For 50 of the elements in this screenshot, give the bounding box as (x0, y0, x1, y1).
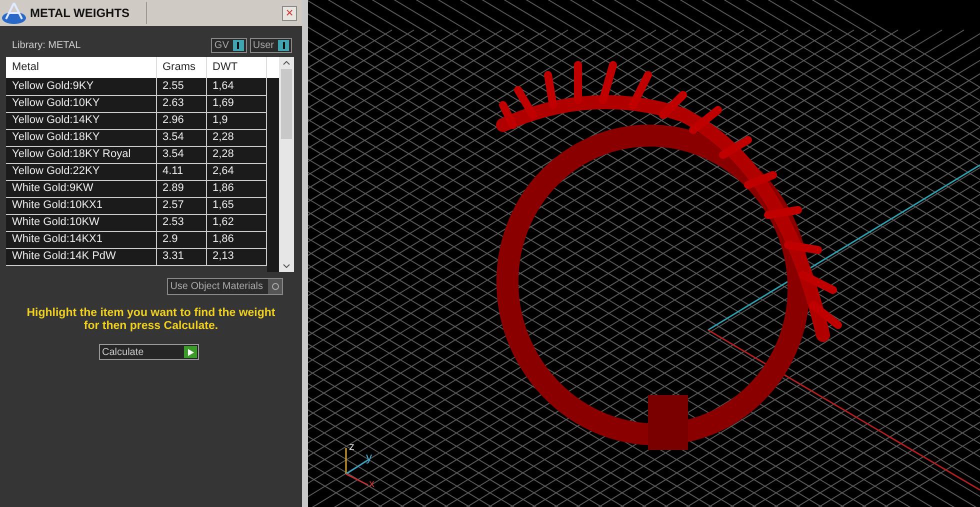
table-cell: 1,9 (206, 112, 266, 129)
app-logo-icon (1, 1, 27, 25)
window-title: METAL WEIGHTS (30, 5, 131, 22)
play-icon (184, 346, 197, 358)
table-cell: White Gold:14KX1 (6, 231, 156, 248)
scroll-thumb[interactable] (280, 69, 292, 139)
table-cell: 2,64 (206, 163, 266, 180)
table-cell: 4.11 (156, 163, 206, 180)
toggle-switch[interactable]: GV (211, 38, 247, 52)
table-cell: 3.31 (156, 248, 206, 265)
table-cell: Yellow Gold:9KY (6, 78, 156, 95)
table-cell: 3.54 (156, 146, 206, 163)
table-cell: 2.89 (156, 180, 206, 197)
table-cell: Yellow Gold:14KY (6, 112, 156, 129)
calculate-button[interactable]: Calculate (99, 344, 199, 360)
instruction-text: Highlight the item you want to find the weight for then press Calculate. (26, 307, 276, 333)
table-cell: White Gold:9KW (6, 180, 156, 197)
scrollbar[interactable] (278, 57, 294, 272)
z-axis-label: z (349, 442, 354, 453)
table-cell: 2.63 (156, 95, 206, 112)
table-cell: Yellow Gold:18KY (6, 129, 156, 146)
table-cell: 3.54 (156, 129, 206, 146)
table-cell: 2.9 (156, 231, 206, 248)
table-cell: 2.53 (156, 214, 206, 231)
y-axis-label: y (366, 451, 372, 463)
table-cell: 1,86 (206, 180, 266, 197)
use-object-materials-checkbox[interactable]: Use Object Materials (167, 278, 283, 295)
table-cell: 1,69 (206, 95, 266, 112)
table-cell: Yellow Gold:10KY (6, 95, 156, 112)
table-cell: White Gold:14K PdW (6, 248, 156, 265)
table-cell: 2.57 (156, 197, 206, 214)
table-cell: Yellow Gold:22KY (6, 163, 156, 180)
table-cell: 2,13 (206, 248, 266, 265)
table-cell: 2,28 (206, 129, 266, 146)
table-cell: 1,86 (206, 231, 266, 248)
scroll-down-icon[interactable] (282, 264, 290, 268)
table-cell: 1,65 (206, 197, 266, 214)
table-cell: White Gold:10KX1 (6, 197, 156, 214)
scroll-up-icon[interactable] (282, 61, 290, 65)
table-cell: White Gold:10KW (6, 214, 156, 231)
table-cell: 2.55 (156, 78, 206, 95)
table-cell: 1,62 (206, 214, 266, 231)
x-axis-label: x (369, 479, 374, 490)
table-cell: 2,28 (206, 146, 266, 163)
toggle-switch[interactable]: User (250, 38, 292, 52)
table-cell: 1,64 (206, 78, 266, 95)
table-cell: 2.96 (156, 112, 206, 129)
library-label: Library: METAL (12, 38, 81, 52)
table-cell: Yellow Gold:18KY Royal (6, 146, 156, 163)
close-button[interactable]: × (282, 6, 297, 20)
